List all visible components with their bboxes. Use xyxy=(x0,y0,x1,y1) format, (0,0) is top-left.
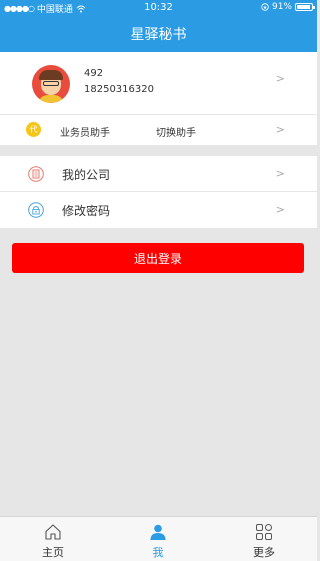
avatar-hair xyxy=(39,70,63,80)
avatar-glasses xyxy=(43,81,59,86)
menu-item-label: 修改密码 xyxy=(62,204,111,218)
menu-list: 我的公司 > 修改密码 > xyxy=(0,156,317,228)
battery-percent: 91% xyxy=(271,2,292,12)
grid-icon xyxy=(256,524,272,540)
menu-item-change-password[interactable]: 修改密码 > xyxy=(0,192,317,228)
chevron-right-icon: > xyxy=(275,203,285,216)
tab-label: 主页 xyxy=(42,546,64,559)
logout-button[interactable]: 退出登录 xyxy=(12,243,304,273)
person-icon xyxy=(150,524,166,540)
battery-icon xyxy=(295,3,315,11)
switch-assistant-link[interactable]: 切换助手 xyxy=(156,124,196,139)
tab-label: 更多 xyxy=(253,546,275,559)
tab-bar: 主页 我 更多 xyxy=(0,516,317,561)
lock-icon xyxy=(28,202,44,218)
assistant-role: 业务员助手 xyxy=(60,128,110,139)
tab-more[interactable]: 更多 xyxy=(211,517,317,561)
tab-label: 我 xyxy=(152,546,164,559)
chevron-right-icon: > xyxy=(275,167,285,180)
menu-item-label: 我的公司 xyxy=(62,168,111,182)
user-id: 492 xyxy=(84,68,104,79)
avatar-shirt xyxy=(38,95,64,103)
user-phone: 18250316320 xyxy=(84,84,154,95)
chevron-right-icon: > xyxy=(275,72,285,85)
avatar xyxy=(32,65,70,103)
page-title: 星驿秘书 xyxy=(130,27,187,43)
tab-me[interactable]: 我 xyxy=(105,517,211,561)
assistant-badge: 代 xyxy=(26,122,41,137)
nav-bar: 星驿秘书 xyxy=(0,16,317,52)
chevron-right-icon: > xyxy=(275,123,285,136)
menu-item-my-company[interactable]: 我的公司 > xyxy=(0,156,317,192)
status-right: 91% xyxy=(261,2,315,12)
status-bar: ●●●●○ 中国联通 10:32 91% xyxy=(0,0,317,16)
profile-row[interactable]: 492 18250316320 > xyxy=(0,52,317,114)
home-icon xyxy=(45,524,61,540)
building-icon xyxy=(28,166,44,182)
assistant-row[interactable]: 代 业务员助手 切换助手 > xyxy=(0,115,317,145)
tab-home[interactable]: 主页 xyxy=(0,517,106,561)
orientation-lock-icon xyxy=(261,3,269,11)
